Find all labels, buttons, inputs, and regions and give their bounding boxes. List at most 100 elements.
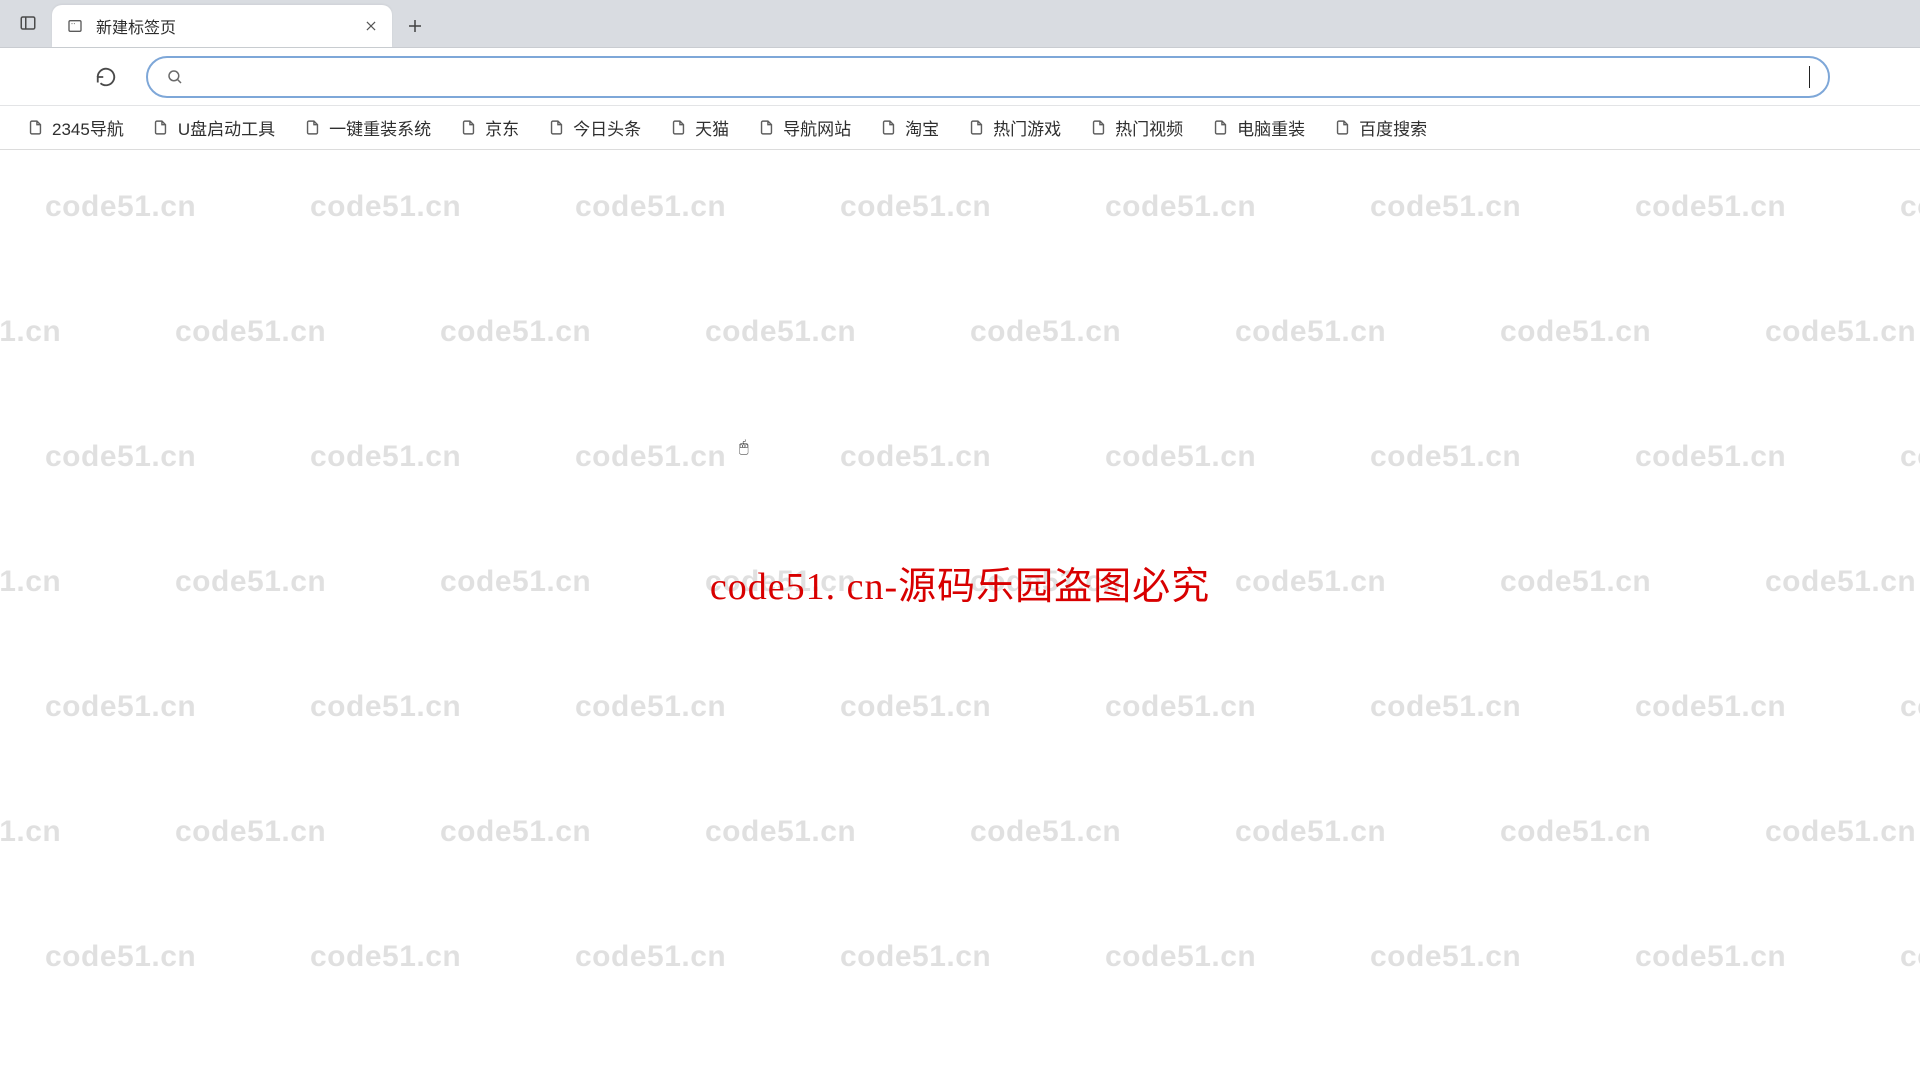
bookmark-item[interactable]: 热门游戏 <box>955 109 1073 146</box>
bookmark-label: 导航网站 <box>783 115 851 140</box>
watermark-text: code51.cn <box>1635 440 1786 474</box>
watermark-text: code51.cn <box>1370 440 1521 474</box>
close-icon <box>364 19 378 33</box>
watermark-text: code51.cn <box>45 940 196 974</box>
watermark-text: code51.cn <box>1635 690 1786 724</box>
bookmark-label: 2345导航 <box>52 115 124 140</box>
watermark-text: code51.cn <box>440 565 591 599</box>
watermark-text: code51.cn <box>1635 940 1786 974</box>
watermark-text: code51.cn <box>575 940 726 974</box>
watermark-text: code51.cn <box>840 440 991 474</box>
watermark-text: code51.cn <box>310 440 461 474</box>
bookmark-label: 热门视频 <box>1115 115 1183 140</box>
watermark-text: code51.cn <box>575 690 726 724</box>
plus-icon <box>406 17 424 35</box>
bookmark-item[interactable]: 2345导航 <box>14 109 136 146</box>
bookmark-item[interactable]: 今日头条 <box>535 109 653 146</box>
address-bar[interactable] <box>146 56 1830 98</box>
bookmark-item[interactable]: 电脑重装 <box>1199 109 1317 146</box>
watermark-text: code51.cn <box>1500 815 1651 849</box>
sidebar-toggle-button[interactable] <box>10 5 46 41</box>
bookmark-label: 淘宝 <box>905 115 939 140</box>
reload-button[interactable] <box>90 61 122 93</box>
watermark-text: code51.cn <box>1765 815 1916 849</box>
watermark-text: code51.cn <box>1235 565 1386 599</box>
bookmark-item[interactable]: 一键重装系统 <box>291 109 443 146</box>
watermark-layer: code51.cn code51.cn code51.cn code51.cn code… <box>0 150 1920 1080</box>
watermark-text: code51.cn <box>1900 940 1920 974</box>
watermark-text: code51.cn <box>840 190 991 224</box>
watermark-text: code51.cn <box>1500 315 1651 349</box>
watermark-text: code51.cn <box>1370 190 1521 224</box>
search-icon <box>166 68 184 86</box>
bookmarks-bar: 2345导航 U盘启动工具 一键重装系统 京东 今日头条 天猫 导航网站 淘宝热门游戏 热门视频… <box>0 106 1920 150</box>
toolbar <box>0 48 1920 106</box>
page-icon <box>152 119 170 137</box>
bookmark-label: 京东 <box>485 115 519 140</box>
browser-tab[interactable]: 新建标签页 <box>52 5 392 47</box>
watermark-text: code51.cn <box>1235 815 1386 849</box>
watermark-text: code51.cn <box>1370 940 1521 974</box>
watermark-text: code51.cn <box>1635 190 1786 224</box>
page-icon <box>459 119 477 137</box>
watermark-text: code51.cn <box>0 315 61 349</box>
address-input[interactable] <box>202 66 1807 87</box>
new-tab-favicon <box>66 17 84 35</box>
new-tab-button[interactable] <box>398 9 432 43</box>
watermark-text: code51.cn <box>1370 690 1521 724</box>
watermark-text: code51.cn <box>1105 190 1256 224</box>
text-caret <box>1809 66 1810 88</box>
bookmark-item[interactable]: 百度搜索 <box>1321 109 1439 146</box>
bookmark-item[interactable]: U盘启动工具 <box>140 109 287 146</box>
watermark-text: code51.cn <box>310 190 461 224</box>
watermark-text: code51.cn <box>175 565 326 599</box>
panel-left-icon <box>19 14 37 32</box>
watermark-text: code51.cn <box>1900 690 1920 724</box>
watermark-text: code51.cn <box>45 190 196 224</box>
bookmark-item[interactable]: 京东 <box>447 109 531 146</box>
watermark-text: code51.cn <box>1765 315 1916 349</box>
bookmark-label: 一键重装系统 <box>329 115 431 140</box>
bookmark-item[interactable]: 淘宝 <box>867 109 951 146</box>
watermark-text: code51.cn <box>1900 190 1920 224</box>
watermark-text: code51.cn <box>175 815 326 849</box>
tab-close-button[interactable] <box>360 15 382 37</box>
tab-strip: 新建标签页 <box>0 0 1920 48</box>
watermark-text: code51.cn <box>440 815 591 849</box>
page-icon <box>879 119 897 137</box>
watermark-text: code51.cn <box>970 815 1121 849</box>
tab-title: 新建标签页 <box>96 14 360 38</box>
watermark-text: code51.cn <box>310 940 461 974</box>
watermark-text: code51.cn <box>1765 565 1916 599</box>
watermark-text: code51.cn <box>440 315 591 349</box>
bookmark-item[interactable]: 热门视频 <box>1077 109 1195 146</box>
watermark-text: code51.cn <box>705 815 856 849</box>
bookmark-label: U盘启动工具 <box>178 115 275 140</box>
watermark-text: code51.cn <box>970 315 1121 349</box>
watermark-center-notice: code51. cn-源码乐园盗图必究 <box>710 555 1210 610</box>
watermark-text: code51.cn <box>1105 440 1256 474</box>
watermark-text: code51.cn <box>705 315 856 349</box>
watermark-text: code51.cn <box>1105 940 1256 974</box>
page-icon <box>303 119 321 137</box>
watermark-text: code51.cn <box>310 690 461 724</box>
bookmark-item[interactable]: 天猫 <box>657 109 741 146</box>
page-icon <box>967 119 985 137</box>
watermark-text: code51.cn <box>1500 565 1651 599</box>
bookmark-item[interactable]: 导航网站 <box>745 109 863 146</box>
page-icon <box>1333 119 1351 137</box>
watermark-text: code51.cn <box>840 940 991 974</box>
watermark-text: code51.cn <box>1235 315 1386 349</box>
watermark-text: code51.cn <box>575 190 726 224</box>
bookmark-label: 电脑重装 <box>1237 115 1305 140</box>
watermark-text: code51.cn <box>175 315 326 349</box>
cursor-pointer-icon: 🖱 <box>739 439 749 457</box>
bookmark-label: 百度搜索 <box>1359 115 1427 140</box>
watermark-text: code51.cn <box>1105 690 1256 724</box>
bookmark-label: 天猫 <box>695 115 729 140</box>
bookmark-label: 今日头条 <box>573 115 641 140</box>
watermark-text: code51.cn <box>0 815 61 849</box>
page-icon <box>1211 119 1229 137</box>
watermark-text: code51.cn <box>575 440 726 474</box>
watermark-text: code51.cn <box>45 440 196 474</box>
